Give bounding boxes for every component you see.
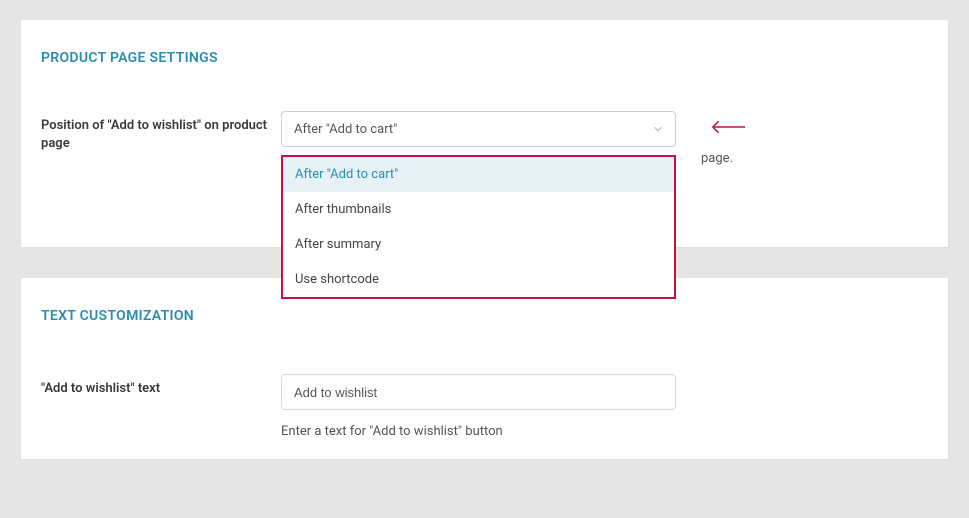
wishlist-text-input[interactable] <box>281 374 676 410</box>
dropdown-option-after-thumbnails[interactable]: After thumbnails <box>283 192 674 227</box>
chevron-down-icon <box>651 122 665 136</box>
position-dropdown: After "Add to cart" After thumbnails Aft… <box>281 155 676 299</box>
dropdown-option-after-summary[interactable]: After summary <box>283 227 674 262</box>
wishlist-text-label: "Add to wishlist" text <box>41 374 281 398</box>
wishlist-text-hint: Enter a text for "Add to wishlist" butto… <box>281 424 681 439</box>
position-row: Position of "Add to wishlist" on product… <box>21 111 948 153</box>
section-title-product-page: PRODUCT PAGE SETTINGS <box>21 20 948 66</box>
wishlist-text-row: "Add to wishlist" text Enter a text for … <box>21 374 948 439</box>
position-field: After "Add to cart" After "Add to cart" … <box>281 111 681 147</box>
wishlist-text-field: Enter a text for "Add to wishlist" butto… <box>281 374 681 439</box>
position-help-text: page. <box>701 112 961 168</box>
dropdown-option-use-shortcode[interactable]: Use shortcode <box>283 262 674 297</box>
dropdown-option-after-add-to-cart[interactable]: After "Add to cart" <box>283 157 674 192</box>
product-page-settings-panel: PRODUCT PAGE SETTINGS Position of "Add t… <box>20 20 949 248</box>
text-customization-panel: TEXT CUSTOMIZATION "Add to wishlist" tex… <box>20 278 949 460</box>
position-select[interactable]: After "Add to cart" <box>281 111 676 147</box>
position-select-value: After "Add to cart" <box>294 122 397 137</box>
position-label: Position of "Add to wishlist" on product… <box>41 111 281 153</box>
